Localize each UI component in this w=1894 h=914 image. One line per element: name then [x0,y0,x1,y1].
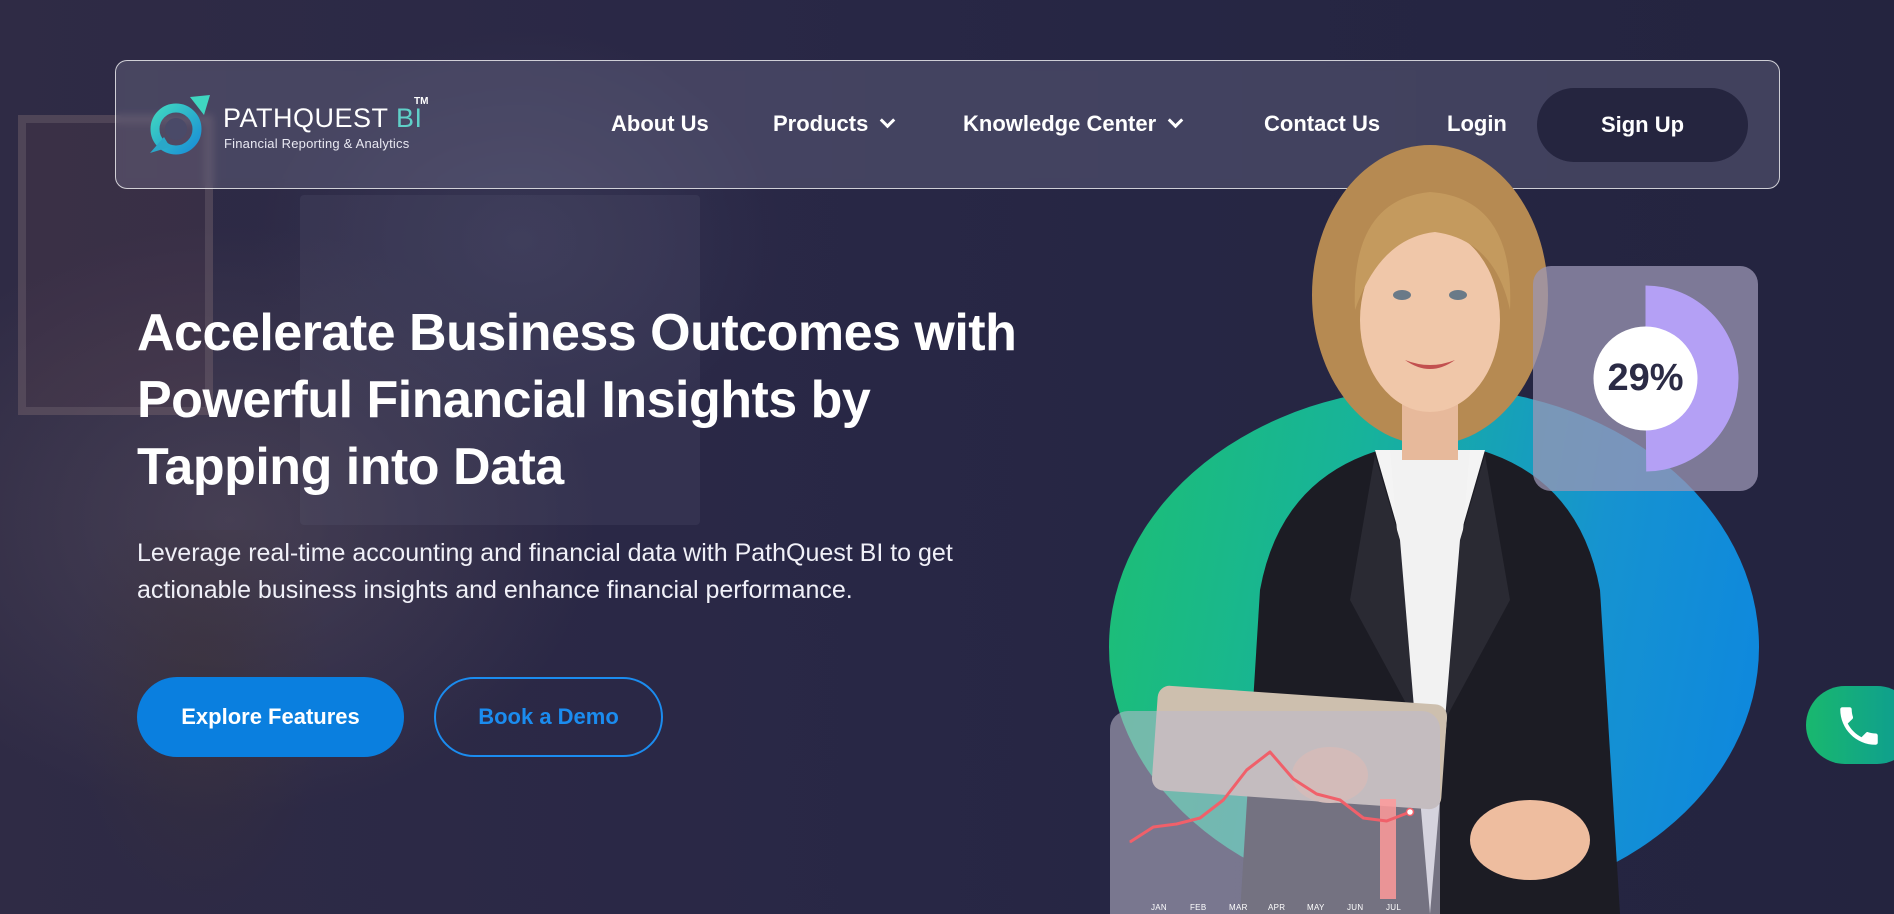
x-tick-label: MAR [1229,903,1248,912]
hero-subtitle-line: Leverage real-time accounting and financ… [137,539,953,567]
phone-icon [1840,707,1878,745]
chevron-down-icon [880,112,896,129]
x-tick-label: APR [1268,903,1286,912]
book-demo-button[interactable]: Book a Demo [434,677,663,757]
brand-tagline: Financial Reporting & Analytics [224,136,410,151]
brand-logo[interactable]: PATHQUEST BI TM Financial Reporting & An… [146,93,446,159]
nav-products[interactable]: Products [773,111,896,137]
hero-subtitle-line: actionable business insights and enhance… [137,576,853,604]
x-tick-label: JUN [1347,903,1364,912]
nav-about-us[interactable]: About Us [611,111,709,137]
hero-subtitle: Leverage real-time accounting and financ… [137,535,1037,609]
explore-features-button[interactable]: Explore Features [137,677,404,757]
mini-line-chart [1129,750,1415,899]
mini-line-chart-card: JAN FEB MAR APR MAY JUN JUL [1110,711,1440,914]
hero-title-line: Powerful Financial Insights by [137,371,871,429]
percentage-stat-card: 29% [1533,266,1758,491]
x-tick-label: MAY [1307,903,1325,912]
highlight-bar [1380,799,1396,899]
series-line [1129,750,1411,844]
pathquest-logo-icon [150,95,210,155]
brand-name: PATHQUEST BI [223,103,423,133]
data-point [1405,807,1415,817]
nav-knowledge-center[interactable]: Knowledge Center [963,111,1184,137]
trademark-mark: TM [414,96,429,107]
hero-title: Accelerate Business Outcomes with Powerf… [137,300,1097,501]
call-us-button[interactable] [1806,686,1894,764]
x-tick-label: FEB [1190,903,1207,912]
hero-title-line: Tapping into Data [137,438,564,496]
percentage-label: 29% [1607,357,1684,399]
hero-title-line: Accelerate Business Outcomes with [137,304,1017,362]
x-tick-label: JAN [1151,903,1168,912]
x-tick-label: JUL [1386,903,1402,912]
